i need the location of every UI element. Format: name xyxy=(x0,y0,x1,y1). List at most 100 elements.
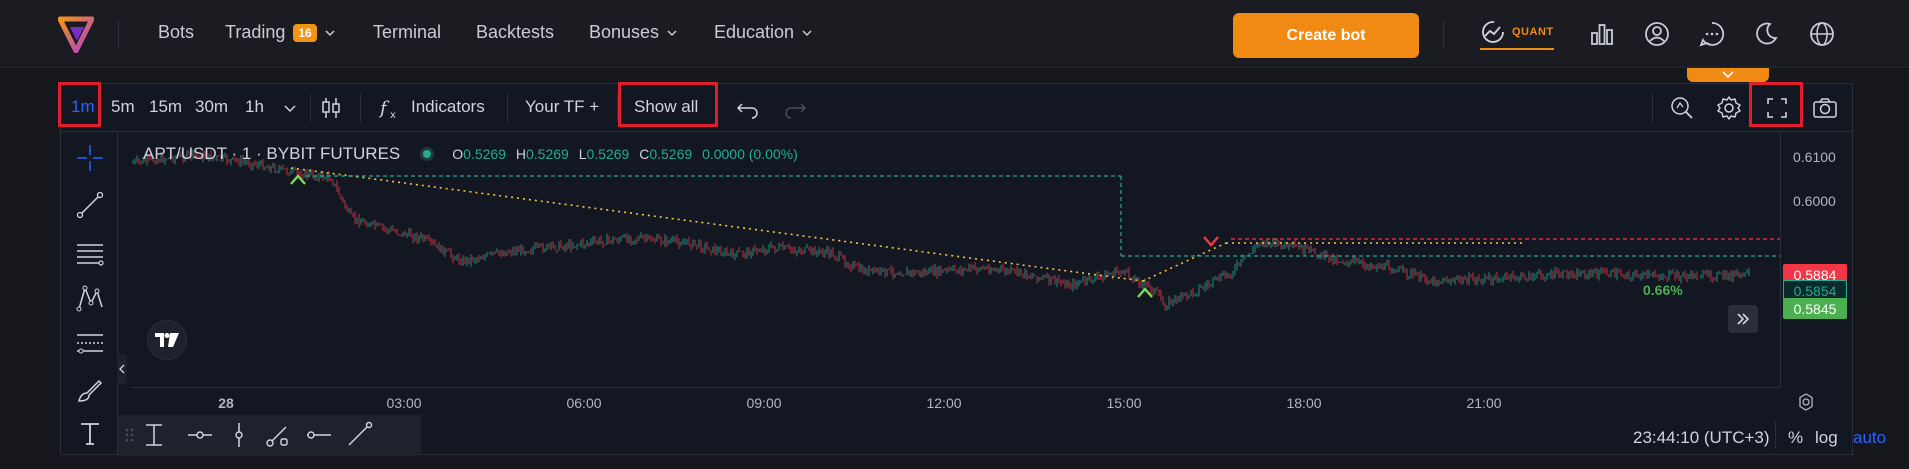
price-axis[interactable]: 0.6100 0.6000 0.5884 0.5854 0.5845 xyxy=(1780,133,1854,387)
sell-marker-icon xyxy=(1203,236,1219,247)
market-status-indicator-icon xyxy=(420,147,435,161)
percent-scale-toggle[interactable]: % xyxy=(1788,428,1803,448)
quant-tab[interactable]: QUANT xyxy=(1480,18,1554,50)
nav-education[interactable]: Education xyxy=(714,22,812,43)
undo-icon[interactable] xyxy=(734,94,762,122)
pattern-tool-icon[interactable] xyxy=(75,283,105,313)
ohlc-values: O0.5269 H0.5269 L0.5269 C0.5269 0.0000 (… xyxy=(452,146,798,162)
toolbar-divider xyxy=(507,94,508,122)
drag-handle-icon[interactable] xyxy=(124,421,136,449)
user-profile-icon[interactable] xyxy=(1643,20,1671,48)
settings-gear-icon[interactable] xyxy=(1715,94,1743,122)
chart-clock-timezone[interactable]: 23:44:10 (UTC+3) xyxy=(1633,428,1770,448)
nav-terminal[interactable]: Terminal xyxy=(373,22,441,43)
trade-path-dotted-line xyxy=(290,167,1144,282)
scroll-to-realtime-button[interactable] xyxy=(1728,305,1758,333)
trade-path-dotted-line xyxy=(1142,242,1227,282)
vertical-line-tool-icon[interactable] xyxy=(225,421,253,449)
axis-settings-icon[interactable] xyxy=(1796,392,1816,412)
statistics-icon[interactable] xyxy=(1588,20,1616,48)
chart-widget: 1m 5m 15m 30m 1h f x Indicators Your TF … xyxy=(58,82,1886,456)
current-price-label: 0.5845 xyxy=(1783,298,1847,319)
horizontal-lines-icon[interactable] xyxy=(75,237,105,267)
tradingview-logo[interactable] xyxy=(147,320,187,360)
toolbar-divider xyxy=(310,94,311,122)
buy-marker-icon xyxy=(1137,287,1153,298)
text-tool-icon[interactable] xyxy=(75,418,105,448)
toolbar-divider xyxy=(1652,94,1653,122)
price-tick: 0.6100 xyxy=(1793,149,1836,165)
time-axis[interactable]: 28 03:00 06:00 09:00 12:00 15:00 18:00 2… xyxy=(131,387,1813,415)
nav-backtests[interactable]: Backtests xyxy=(476,22,554,43)
quant-chart-icon xyxy=(1482,21,1504,43)
chat-icon[interactable] xyxy=(1698,20,1726,48)
create-bot-button[interactable]: Create bot xyxy=(1233,13,1419,58)
time-tick: 03:00 xyxy=(386,395,422,411)
nav-trading[interactable]: Trading 16 xyxy=(225,22,335,43)
time-tick: 21:00 xyxy=(1466,395,1502,411)
nav-backtests-label: Backtests xyxy=(476,22,555,42)
candlestick-chart-type-icon[interactable] xyxy=(317,94,345,122)
timeframe-15m[interactable]: 15m xyxy=(149,97,182,117)
your-tf-button[interactable]: Your TF + xyxy=(525,97,599,117)
language-globe-icon[interactable] xyxy=(1808,20,1836,48)
highlight-box xyxy=(618,82,718,127)
quick-search-magnifier-icon[interactable] xyxy=(1668,94,1696,122)
time-tick: 15:00 xyxy=(1106,395,1142,411)
floating-drawing-toolbar xyxy=(118,415,421,456)
collapse-header-handle[interactable] xyxy=(1687,68,1769,82)
highlight-box xyxy=(58,82,101,127)
timeframe-dropdown-chevron-icon[interactable] xyxy=(276,94,304,122)
timeframe-5m[interactable]: 5m xyxy=(111,97,135,117)
highlight-box xyxy=(1749,82,1803,127)
nav-bots-label: Bots xyxy=(158,22,195,42)
brush-icon[interactable] xyxy=(75,375,105,405)
horizontal-ray-tool-icon[interactable] xyxy=(186,421,214,449)
time-tick: 09:00 xyxy=(746,395,782,411)
timeframe-30m[interactable]: 30m xyxy=(195,97,228,117)
log-scale-toggle[interactable]: log xyxy=(1815,428,1838,448)
trade-profit-percent: 0.66% xyxy=(1643,282,1683,298)
chevron-left-icon xyxy=(119,364,125,374)
nav-bonuses[interactable]: Bonuses xyxy=(589,22,677,43)
time-tick: 12:00 xyxy=(926,395,962,411)
price-range-tool-icon[interactable] xyxy=(140,421,168,449)
ray-tool-icon[interactable] xyxy=(345,421,373,449)
symbol-title[interactable]: APT/USDT · 1 · BYBIT FUTURES xyxy=(143,144,400,164)
bottom-divider xyxy=(1775,421,1776,449)
arrow-path-tool-icon[interactable] xyxy=(264,421,292,449)
double-chevron-right-icon xyxy=(1737,313,1750,325)
screenshot-camera-icon[interactable] xyxy=(1811,94,1839,122)
dark-mode-moon-icon[interactable] xyxy=(1752,20,1780,48)
time-tick: 06:00 xyxy=(566,395,602,411)
chart-bottom-bar: 23:44:10 (UTC+3) % log auto xyxy=(118,415,1886,456)
app-logo-icon[interactable] xyxy=(58,15,94,53)
quant-label: QUANT xyxy=(1512,26,1554,38)
time-tick: 28 xyxy=(218,395,234,411)
nav-divider xyxy=(118,20,119,48)
auto-scale-toggle[interactable]: auto xyxy=(1853,428,1886,448)
trend-line-icon[interactable] xyxy=(75,190,105,220)
horizontal-segment-tool-icon[interactable] xyxy=(305,421,333,449)
svg-text:f: f xyxy=(378,98,390,119)
sidebar-collapse-handle[interactable] xyxy=(117,354,127,384)
timeframe-1h[interactable]: 1h xyxy=(245,97,264,117)
chevron-down-icon xyxy=(325,29,335,36)
nav-trading-label: Trading xyxy=(225,22,286,42)
drawing-tools-sidebar xyxy=(61,133,118,456)
high-value: 0.5269 xyxy=(525,146,569,162)
indicators-fx-icon[interactable]: f x xyxy=(377,94,405,122)
chart-toolbar: 1m 5m 15m 30m 1h f x Indicators Your TF … xyxy=(58,82,1852,132)
tradingview-logo-icon xyxy=(155,333,179,347)
chevron-down-icon xyxy=(802,29,812,36)
low-label: L xyxy=(578,146,587,162)
prediction-measure-icon[interactable] xyxy=(75,329,105,359)
price-chart-plot[interactable] xyxy=(131,133,1780,387)
nav-bots[interactable]: Bots xyxy=(158,22,194,43)
svg-text:x: x xyxy=(390,110,396,121)
redo-icon[interactable] xyxy=(781,94,809,122)
crosshair-cursor-icon[interactable] xyxy=(75,143,105,173)
indicators-button[interactable]: Indicators xyxy=(411,97,485,117)
chevron-down-icon xyxy=(667,29,677,36)
price-tick: 0.6000 xyxy=(1793,193,1836,209)
